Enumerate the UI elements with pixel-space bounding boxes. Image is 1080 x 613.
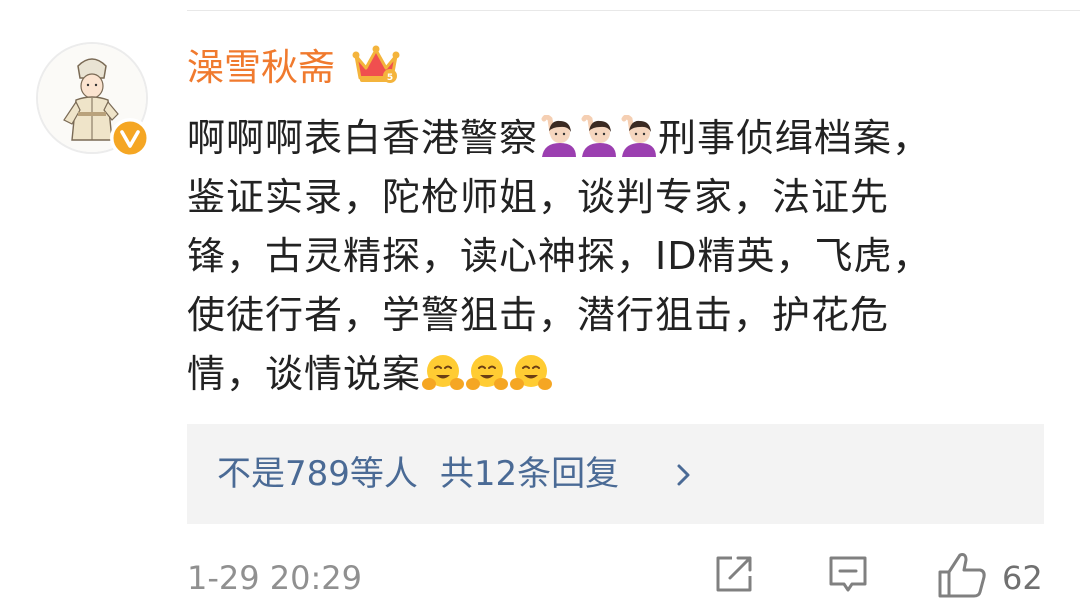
comment-body: 啊啊啊表白香港警察 刑事侦缉档案， 鉴证实录，陀枪师姐，谈判专家，法证先 锋，古灵… xyxy=(187,109,1037,404)
comment-timestamp: 1-29 20:29 xyxy=(187,559,363,597)
comment-line: 使徒行者，学警狙击，潜行狙击，护花危 xyxy=(187,293,890,337)
raising-hand-woman-icon xyxy=(538,114,578,174)
comment-text-segment: 情，谈情说案 xyxy=(187,352,422,396)
like-count: 62 xyxy=(1002,559,1043,597)
hugging-face-icon xyxy=(465,351,509,410)
comment-text-segment: 刑事侦缉档案， xyxy=(658,116,932,160)
thumbs-up-icon[interactable] xyxy=(936,550,988,600)
share-icon[interactable] xyxy=(712,552,756,596)
username[interactable]: 澡雪秋斋 xyxy=(187,44,335,92)
comment-card: 澡雪秋斋 5 啊啊啊表白香港警察 刑事侦缉档案， 鉴证实录，陀枪师姐，谈判专家，法… xyxy=(0,0,1080,613)
liked-by-text[interactable]: 不是789等人 xyxy=(217,454,418,494)
comment-icon[interactable] xyxy=(826,552,870,596)
verified-v-icon xyxy=(110,118,150,158)
replies-preview[interactable]: 不是789等人 共12条回复 xyxy=(187,424,1044,524)
raising-hand-woman-icon xyxy=(618,114,658,174)
divider xyxy=(187,10,1080,11)
replies-link[interactable]: 不是789等人 共12条回复 xyxy=(217,450,619,498)
reply-count-text[interactable]: 共12条回复 xyxy=(440,454,619,494)
chevron-right-icon[interactable] xyxy=(673,462,693,492)
crown-vip-icon[interactable]: 5 xyxy=(352,42,400,86)
raising-hand-woman-icon xyxy=(578,114,618,174)
hugging-face-icon xyxy=(421,351,465,410)
hugging-face-icon xyxy=(509,351,553,410)
svg-text:5: 5 xyxy=(387,73,393,83)
comment-line: 鉴证实录，陀枪师姐，谈判专家，法证先 xyxy=(187,175,890,219)
comment-line: 啊啊啊表白香港警察 刑事侦缉档案， xyxy=(187,109,1037,168)
comment-line: 情，谈情说案 xyxy=(187,345,1037,404)
comment-line: 锋，古灵精探，读心神探，ID精英，飞虎， xyxy=(187,234,932,278)
comment-text-segment: 啊啊啊表白香港警察 xyxy=(187,116,539,160)
